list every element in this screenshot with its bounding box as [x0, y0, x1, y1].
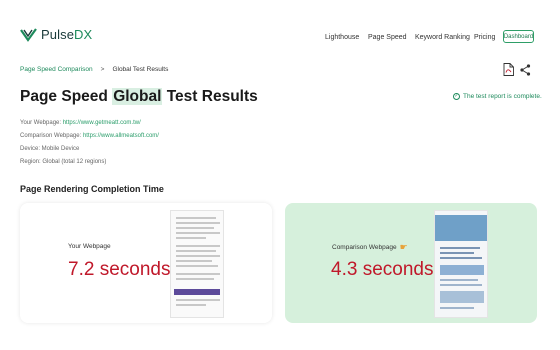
your-webpage-link[interactable]: https://www.getmeatt.com.tw/: [63, 120, 141, 126]
breadcrumb-link-comparison[interactable]: Page Speed Comparison: [20, 66, 93, 73]
nav-pricing[interactable]: Pricing: [474, 34, 495, 41]
breadcrumb-separator: >: [100, 66, 105, 73]
test-meta: Your Webpage: https://www.getmeatt.com.t…: [20, 117, 159, 169]
pdf-icon[interactable]: [503, 63, 514, 76]
nav-page-speed[interactable]: Page Speed: [368, 34, 407, 41]
your-webpage-label: Your Webpage: [68, 243, 111, 250]
your-webpage-card: Your Webpage 7.2 seconds: [20, 203, 272, 323]
your-webpage-screenshot: [170, 210, 224, 318]
main-nav: Lighthouse Page Speed Keyword Ranking Pr…: [0, 30, 560, 48]
comparison-webpage-card: Comparison Webpage ☛ 4.3 seconds: [285, 203, 537, 323]
meta-comparison-webpage: Comparison Webpage: https://www.allmeats…: [20, 133, 159, 139]
comparison-webpage-screenshot: [434, 210, 488, 318]
title-highlight: Global: [112, 88, 163, 105]
status-message: ✓ The test report is complete.: [453, 93, 542, 100]
section-title: Page Rendering Completion Time: [20, 184, 164, 194]
meta-region: Region: Global (total 12 regions): [20, 159, 107, 165]
comparison-webpage-time: 4.3 seconds: [331, 259, 434, 280]
nav-lighthouse[interactable]: Lighthouse: [325, 34, 359, 41]
comparison-webpage-link[interactable]: https://www.allmeatsoft.com/: [83, 133, 159, 139]
share-icon[interactable]: [520, 64, 531, 76]
meta-device: Device: Mobile Device: [20, 146, 80, 152]
pointing-hand-icon: ☛: [399, 242, 408, 252]
breadcrumb: Page Speed Comparison > Global Test Resu…: [20, 66, 168, 73]
breadcrumb-current: Global Test Results: [112, 66, 169, 73]
check-circle-icon: ✓: [453, 93, 460, 100]
your-webpage-time: 7.2 seconds: [68, 259, 171, 280]
page-title: Page Speed Global Test Results: [20, 88, 258, 105]
meta-your-webpage: Your Webpage: https://www.getmeatt.com.t…: [20, 120, 141, 126]
comparison-webpage-label: Comparison Webpage ☛: [332, 242, 408, 252]
top-header: PulseDX Lighthouse Page Speed Keyword Ra…: [0, 0, 560, 62]
dashboard-button[interactable]: Dashboard: [503, 30, 534, 43]
nav-keyword-ranking[interactable]: Keyword Ranking: [415, 34, 470, 41]
